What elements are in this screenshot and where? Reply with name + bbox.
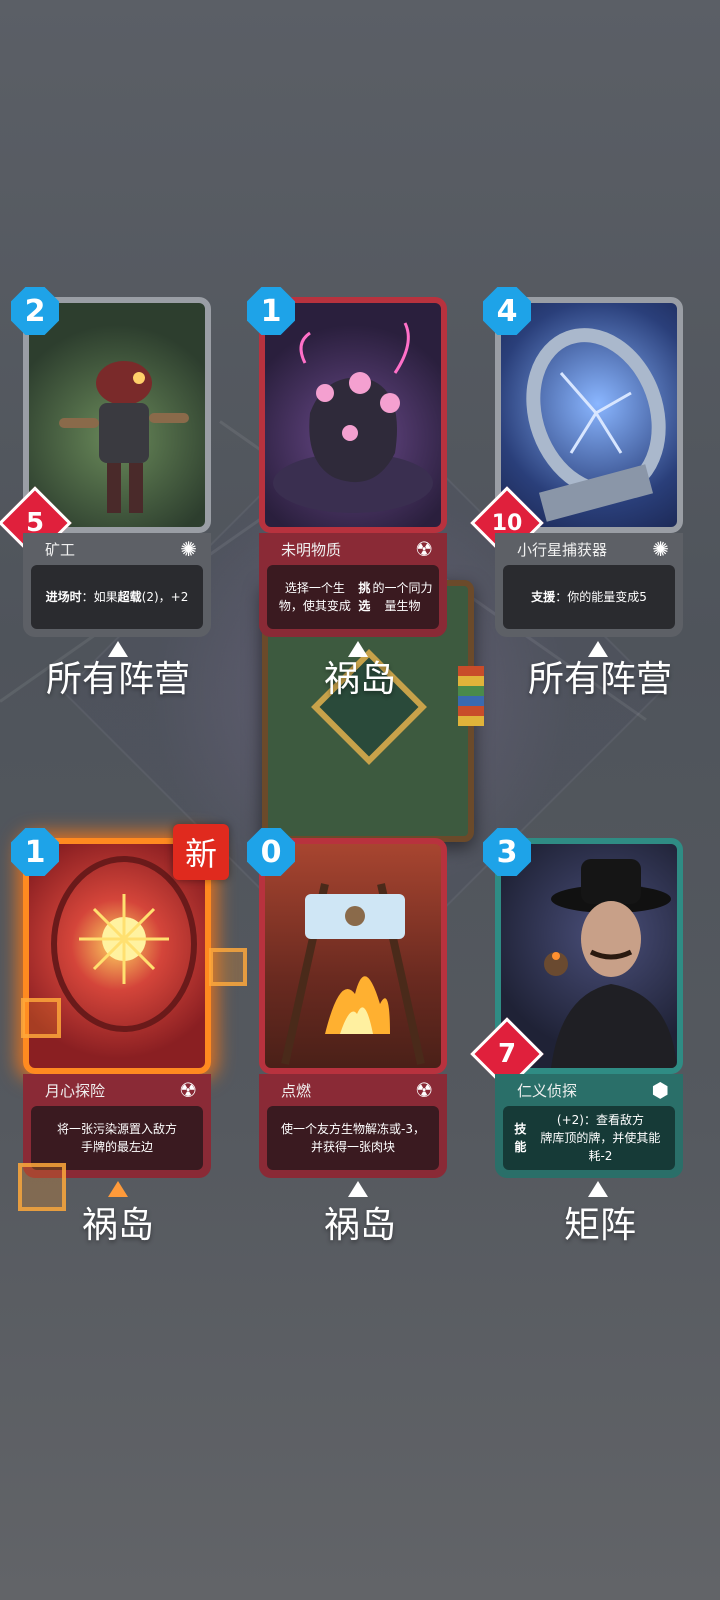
cube-icon: ⬢ <box>651 1078 669 1102</box>
card-pointer-icon <box>588 1181 608 1197</box>
cost-badge: 1 <box>247 287 295 335</box>
card-miner[interactable]: 2 5 矿工 ✺ 进场时 ：如果 超载 (2)，+2 <box>0 287 215 642</box>
fire-illustration <box>281 883 425 1065</box>
card-name: 矿工 <box>45 541 76 559</box>
card-description: 技能 (+2)：查看敌方 牌库顶的牌，并使其能耗-2 <box>503 1106 675 1170</box>
sun-icon: ✺ <box>652 537 669 561</box>
card-description: 使一个友方生物解冻或-3， 并获得一张肉块 <box>267 1106 439 1170</box>
card-detective[interactable]: 3 7 仁义侦探 ⬢ 技能 (+2)：查看敌方 牌库顶的牌，并使其能耗-2 <box>470 828 687 1183</box>
cost-badge: 0 <box>247 828 295 876</box>
matter-illustration <box>273 322 433 513</box>
card-description: 支援 ：你的能量变成5 <box>503 565 675 629</box>
card-name: 小行星捕获器 <box>517 541 608 559</box>
faction-label: 所有阵营 <box>45 659 190 700</box>
card-name: 未明物质 <box>281 541 342 559</box>
faction-label: 祸岛 <box>323 1205 396 1246</box>
card-art <box>259 838 447 1074</box>
card-name: 仁义侦探 <box>517 1082 578 1100</box>
card-ignite[interactable]: 0 点燃 ☢ 使一个友方生物解冻或-3， 并获得一张肉块 <box>247 828 451 1183</box>
card-info: 仁义侦探 ⬢ 技能 (+2)：查看敌方 牌库顶的牌，并使其能耗-2 <box>495 1074 683 1178</box>
faction-label: 矩阵 <box>563 1205 636 1246</box>
power-value: 7 <box>497 1039 517 1069</box>
radiation-icon: ☢ <box>179 1078 197 1102</box>
radiation-icon: ☢ <box>415 1078 433 1102</box>
card-name: 点燃 <box>281 1082 312 1100</box>
cost-badge: 2 <box>11 287 59 335</box>
card-art <box>259 297 447 533</box>
card-info: 小行星捕获器 ✺ 支援 ：你的能量变成5 <box>495 533 683 637</box>
radiation-icon: ☢ <box>415 537 433 561</box>
card-art <box>23 297 211 533</box>
sun-icon: ✺ <box>180 537 197 561</box>
miner-illustration <box>59 361 189 513</box>
cost-badge: 3 <box>483 828 531 876</box>
card-unknown-matter[interactable]: 1 未明物质 ☢ 选择一个生物，使其变成 挑选 的一个同力量生物 <box>247 287 451 642</box>
card-description: 进场时 ：如果 超载 (2)，+2 <box>31 565 203 629</box>
card-info: 未明物质 ☢ 选择一个生物，使其变成 挑选 的一个同力量生物 <box>259 533 447 637</box>
card-info: 点燃 ☢ 使一个友方生物解冻或-3， 并获得一张肉块 <box>259 1074 447 1178</box>
faction-label: 祸岛 <box>81 1205 154 1246</box>
catcher-illustration <box>526 328 666 522</box>
card-description: 将一张污染源置入敌方 手牌的最左边 <box>31 1106 203 1170</box>
glow-square <box>21 998 61 1038</box>
faction-label: 所有阵营 <box>527 659 672 700</box>
card-info: 矿工 ✺ 进场时 ：如果 超载 (2)，+2 <box>23 533 211 637</box>
faction-label: 祸岛 <box>323 659 396 700</box>
card-moon-heart-expedition[interactable]: 1 新 月心探险 ☢ 将一张污染源置入敌方 手牌的最左边 <box>11 824 247 1183</box>
cost-badge: 4 <box>483 287 531 335</box>
card-pointer-icon <box>108 1181 128 1197</box>
glow-square <box>209 948 247 986</box>
card-name: 月心探险 <box>45 1082 106 1100</box>
new-badge: 新 <box>173 824 229 880</box>
card-pointer-icon <box>348 1181 368 1197</box>
cost-badge: 1 <box>11 828 59 876</box>
card-asteroid-catcher[interactable]: 4 10 小行星捕获器 ✺ 支援 ：你的能量变成5 <box>470 287 687 642</box>
card-description: 选择一个生物，使其变成 挑选 的一个同力量生物 <box>267 565 439 629</box>
card-art <box>495 297 683 533</box>
